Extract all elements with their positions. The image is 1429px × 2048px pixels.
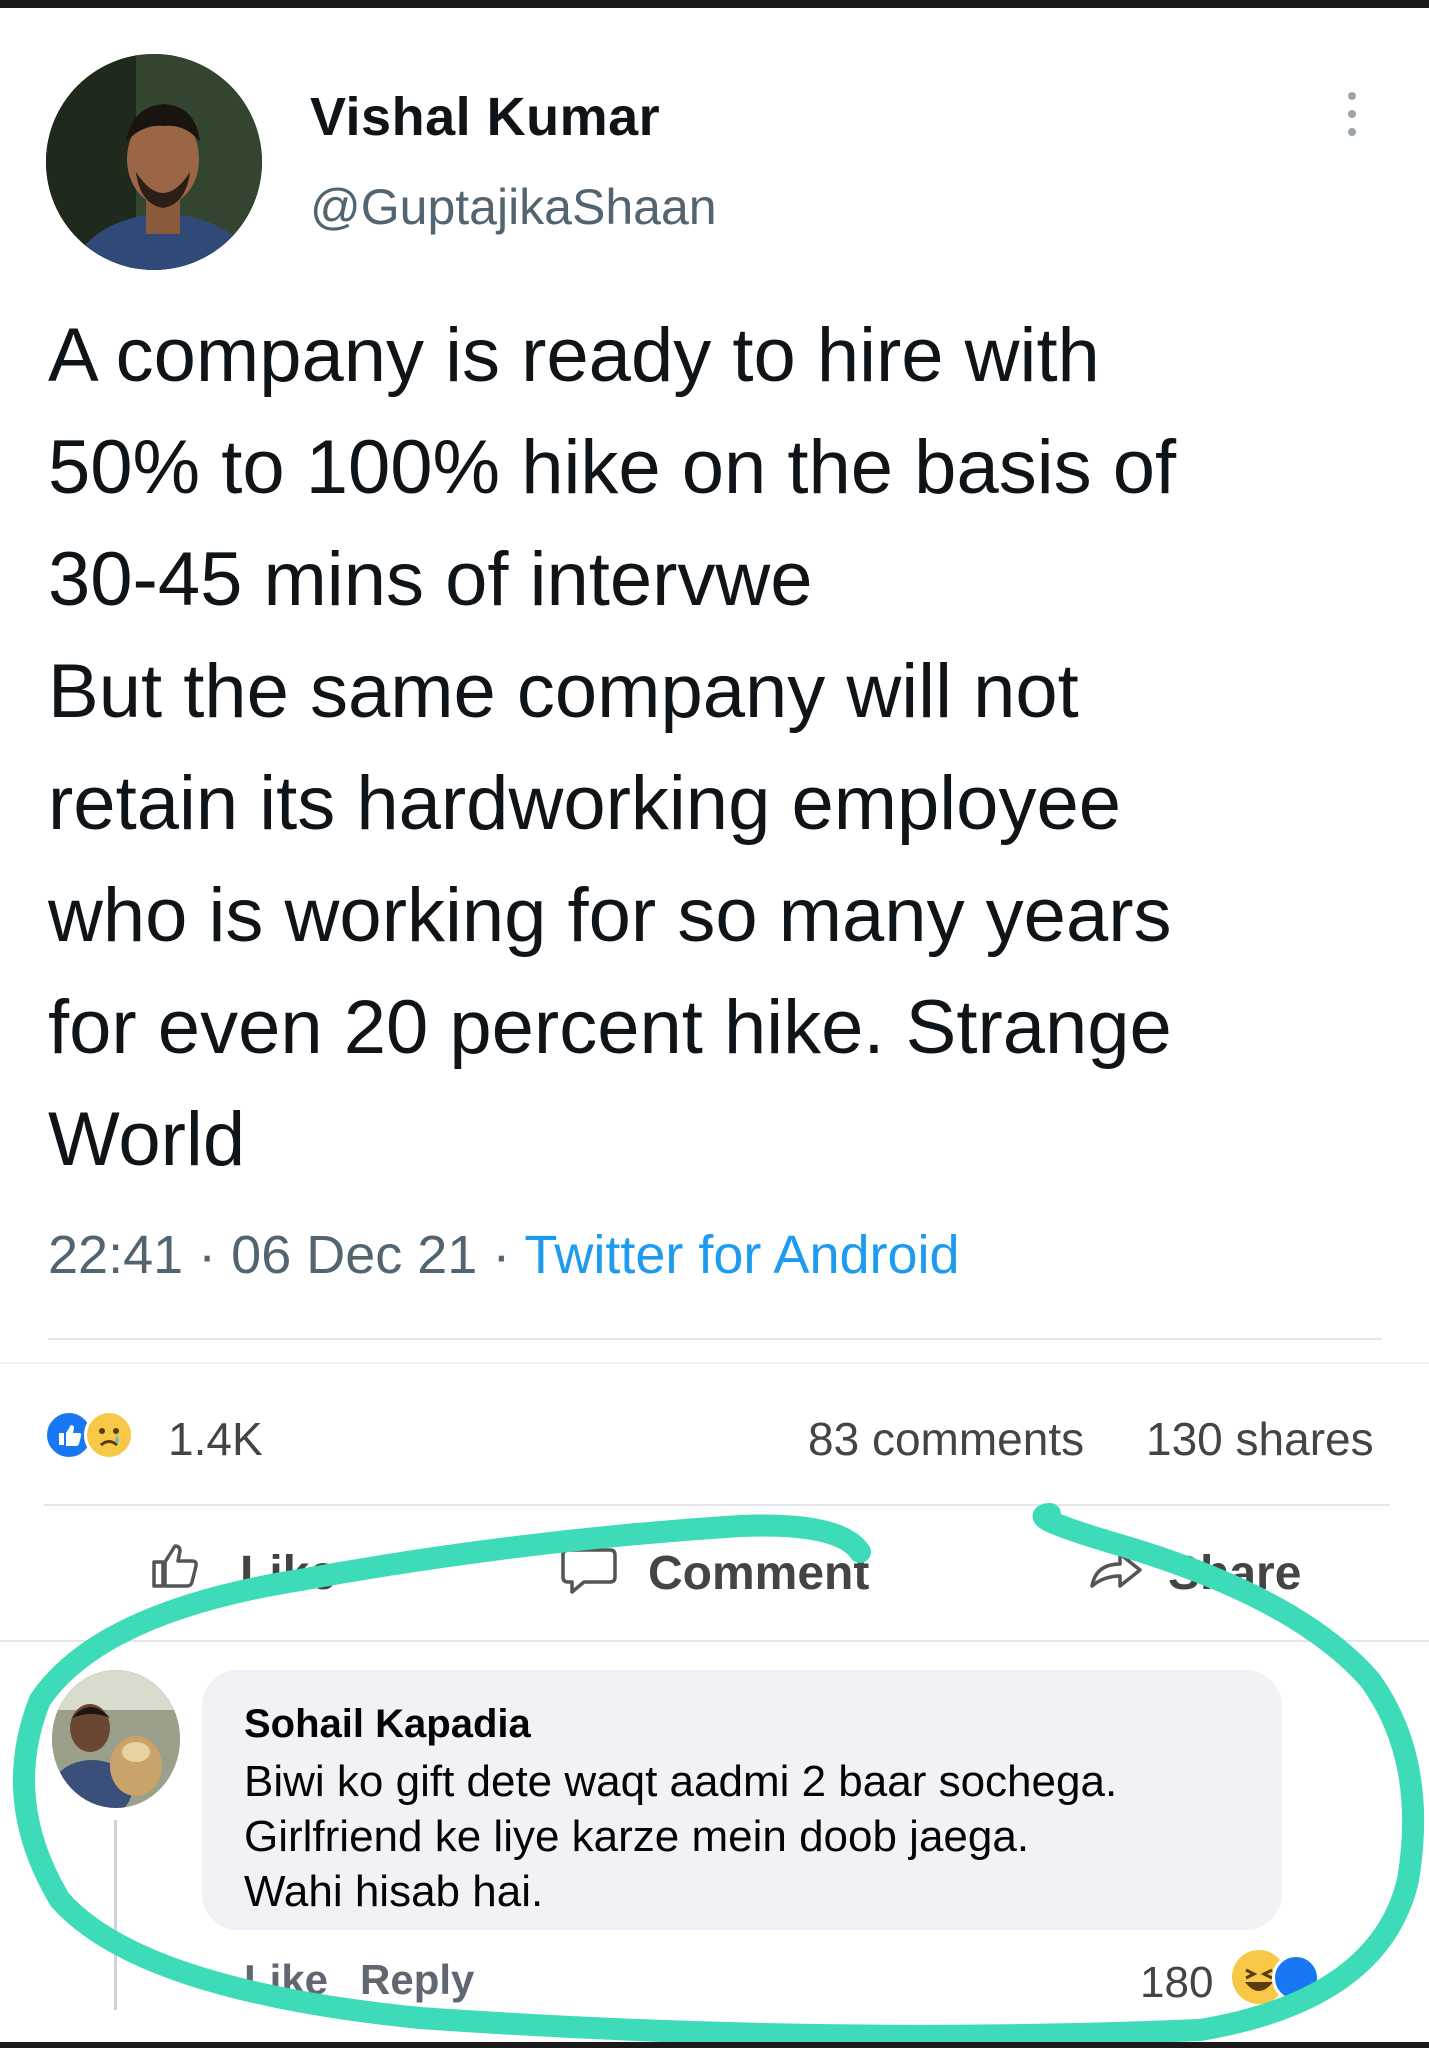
thumbs-up-icon <box>152 1544 198 1588</box>
like-label: Like <box>240 1547 337 1600</box>
shares-count[interactable]: 130 shares <box>1146 1412 1374 1466</box>
comment-reply-button[interactable]: Reply <box>360 1956 474 2004</box>
comment-bubble-icon <box>561 1548 617 1594</box>
tweet-text-line: who is working for so many years <box>48 873 1172 958</box>
tweet-text-line: World <box>48 1097 246 1182</box>
comment-thread-line <box>114 1820 117 2010</box>
comment-reaction-count[interactable]: 180 <box>1140 1958 1213 2008</box>
actions-divider <box>0 1640 1429 1642</box>
post-reactions[interactable] <box>44 1406 154 1466</box>
tweet-time: 22:41 <box>48 1225 184 1285</box>
tweet-text-line: retain its hardworking employee <box>48 761 1121 846</box>
tweet-text-line: 30-45 mins of intervwe <box>48 537 813 622</box>
comment-like-button[interactable]: Like <box>244 1956 328 2004</box>
share-button[interactable]: Share <box>1086 1546 1326 1606</box>
sad-reaction-icon <box>84 1410 134 1460</box>
card-divider <box>0 1362 1429 1364</box>
like-reaction-icon <box>1272 1954 1320 2002</box>
more-options-icon[interactable] <box>1340 92 1364 152</box>
share-label: Share <box>1168 1547 1302 1600</box>
tweet-text-line: for even 20 percent hike. Strange <box>48 985 1172 1070</box>
comment-text-line: Girlfriend ke liye karze mein doob jaega… <box>244 1812 1030 1861</box>
comment-text: Biwi ko gift dete waqt aadmi 2 baar soch… <box>244 1754 1117 1919</box>
author-photo <box>46 54 262 270</box>
author-handle[interactable]: @GuptajikaShaan <box>310 178 717 236</box>
tweet-text-line: 50% to 100% hike on the basis of <box>48 425 1177 510</box>
tweet-text: A company is ready to hire with 50% to 1… <box>48 300 1398 1196</box>
meta-separator: · <box>198 1225 217 1285</box>
like-button[interactable]: Like <box>148 1544 388 1606</box>
tweet-text-line: A company is ready to hire with <box>48 313 1100 398</box>
tweet-date: 06 Dec 21 <box>231 1225 478 1285</box>
stats-divider <box>44 1504 1390 1506</box>
top-edge-bar <box>0 0 1429 8</box>
tweet-text-line: But the same company will not <box>48 649 1079 734</box>
tweet-source-link[interactable]: Twitter for Android <box>524 1225 959 1285</box>
commenter-name[interactable]: Sohail Kapadia <box>244 1702 531 1747</box>
comments-count[interactable]: 83 comments <box>808 1412 1084 1466</box>
comment-text-line: Wahi hisab hai. <box>244 1867 544 1916</box>
comment-button[interactable]: Comment <box>560 1546 880 1606</box>
commenter-avatar[interactable] <box>52 1670 180 1808</box>
commenter-photo <box>52 1670 180 1808</box>
comment-text-line: Biwi ko gift dete waqt aadmi 2 baar soch… <box>244 1757 1118 1806</box>
reaction-count[interactable]: 1.4K <box>168 1412 263 1466</box>
author-name[interactable]: Vishal Kumar <box>310 86 660 148</box>
share-arrow-icon <box>1090 1552 1142 1588</box>
tweet-metadata: 22:41 · 06 Dec 21 · Twitter for Android <box>48 1224 960 1286</box>
tweet-divider <box>48 1338 1382 1340</box>
comment-label: Comment <box>648 1547 870 1600</box>
author-avatar[interactable] <box>46 54 262 270</box>
bottom-edge-bar <box>0 2042 1429 2048</box>
meta-separator: · <box>492 1225 511 1285</box>
